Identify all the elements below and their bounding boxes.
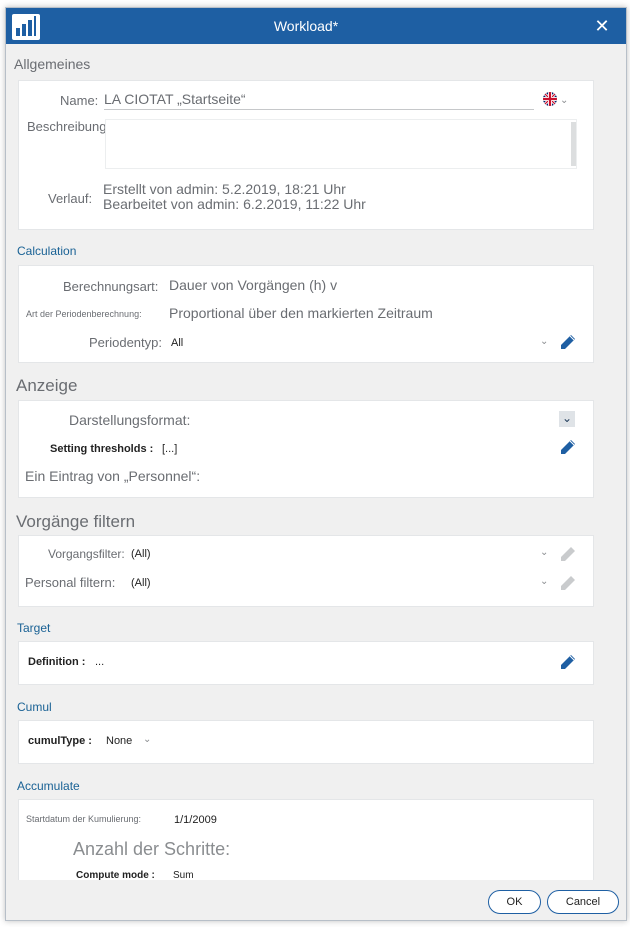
start-date-value[interactable]: 1/1/2009: [174, 814, 217, 826]
start-date-label: Startdatum der Kumulierung:: [26, 814, 142, 824]
format-label: Darstellungsformat:: [69, 412, 191, 428]
cancel-button[interactable]: Cancel: [547, 890, 619, 914]
task-filter-pencil-icon[interactable]: [560, 546, 576, 562]
window-title: Workload*: [273, 18, 339, 34]
calculation-panel: Berechnungsart: Dauer von Vorgängen (h) …: [18, 265, 594, 363]
thresholds-value[interactable]: [...]: [162, 443, 177, 455]
cumul-type-chevron-down-icon[interactable]: ⌄: [143, 734, 151, 745]
cumul-type-label: cumulType :: [28, 735, 92, 747]
accumulate-panel: Startdatum der Kumulierung: 1/1/2009 Anz…: [18, 799, 594, 881]
cumul-panel: cumulType : None ⌄: [18, 720, 594, 764]
name-input[interactable]: LA CIOTAT „Startseite“: [104, 91, 534, 110]
language-flag-icon[interactable]: [543, 92, 557, 106]
cumul-type-select[interactable]: None: [106, 735, 132, 747]
ok-button[interactable]: OK: [488, 890, 541, 914]
description-label: Beschreibung:: [27, 119, 111, 134]
staff-filter-chevron-down-icon[interactable]: ⌄: [540, 576, 548, 587]
calculation-header: Calculation: [17, 244, 77, 258]
display-panel: Darstellungsformat: ⌄ Setting thresholds…: [18, 400, 594, 498]
general-panel: Name: LA CIOTAT „Startseite“ ⌄ Beschreib…: [18, 80, 594, 230]
format-chevron-down-icon[interactable]: ⌄: [559, 411, 575, 427]
history-edited: Bearbeitet von admin: 6.2.2019, 11:22 Uh…: [103, 196, 366, 212]
period-type-chevron-down-icon[interactable]: ⌄: [540, 336, 548, 347]
accumulate-header: Accumulate: [17, 779, 80, 793]
period-calc-label: Art der Periodenberechnung:: [26, 309, 142, 319]
description-textarea[interactable]: [105, 119, 577, 169]
name-label: Name:: [60, 93, 99, 108]
history-label: Verlauf:: [48, 191, 93, 206]
compute-mode-value[interactable]: Sum: [173, 870, 194, 881]
period-type-pencil-icon[interactable]: [560, 334, 576, 350]
task-filter-chevron-down-icon[interactable]: ⌄: [540, 547, 548, 558]
general-header: Allgemeines: [14, 56, 91, 72]
filter-header: Vorgänge filtern: [16, 512, 136, 531]
steps-label: Anzahl der Schritte:: [73, 839, 231, 859]
definition-pencil-icon[interactable]: [560, 654, 576, 670]
definition-value[interactable]: ...: [95, 656, 104, 668]
compute-mode-label: Compute mode :: [76, 870, 155, 881]
filter-panel: Vorgangsfilter: (All) ⌄ Personal filtern…: [18, 535, 594, 607]
display-header: Anzeige: [16, 376, 78, 395]
workload-dialog: Workload* ✕ Allgemeines Name: LA CIOTAT …: [5, 7, 627, 921]
staff-filter-pencil-icon[interactable]: [560, 575, 576, 591]
language-chevron-down-icon[interactable]: ⌄: [560, 95, 568, 106]
task-filter-select[interactable]: (All): [131, 548, 151, 560]
calc-type-select[interactable]: Dauer von Vorgängen (h) v: [169, 277, 337, 293]
cumul-header: Cumul: [17, 700, 52, 714]
staff-filter-select[interactable]: (All): [131, 577, 151, 589]
history-created: Erstellt von admin: 5.2.2019, 18:21 Uhr: [103, 181, 346, 197]
task-filter-label: Vorgangsfilter:: [48, 547, 125, 561]
close-icon[interactable]: ✕: [590, 12, 614, 40]
title-bar: Workload* ✕: [6, 8, 626, 44]
target-header: Target: [17, 621, 51, 635]
period-calc-value[interactable]: Proportional über den markierten Zeitrau…: [169, 305, 433, 321]
period-type-label: Periodentyp:: [89, 335, 162, 350]
target-panel: Definition : ...: [18, 641, 594, 685]
entry-label: Ein Eintrag von „Personnel“:: [25, 468, 201, 484]
definition-label: Definition :: [28, 656, 86, 668]
thresholds-pencil-icon[interactable]: [560, 439, 576, 455]
calc-type-label: Berechnungsart:: [63, 279, 159, 294]
description-scrollbar[interactable]: [571, 122, 576, 166]
thresholds-label: Setting thresholds :: [50, 443, 154, 455]
period-type-select[interactable]: All: [171, 337, 183, 349]
staff-filter-label: Personal filtern:: [25, 575, 116, 590]
